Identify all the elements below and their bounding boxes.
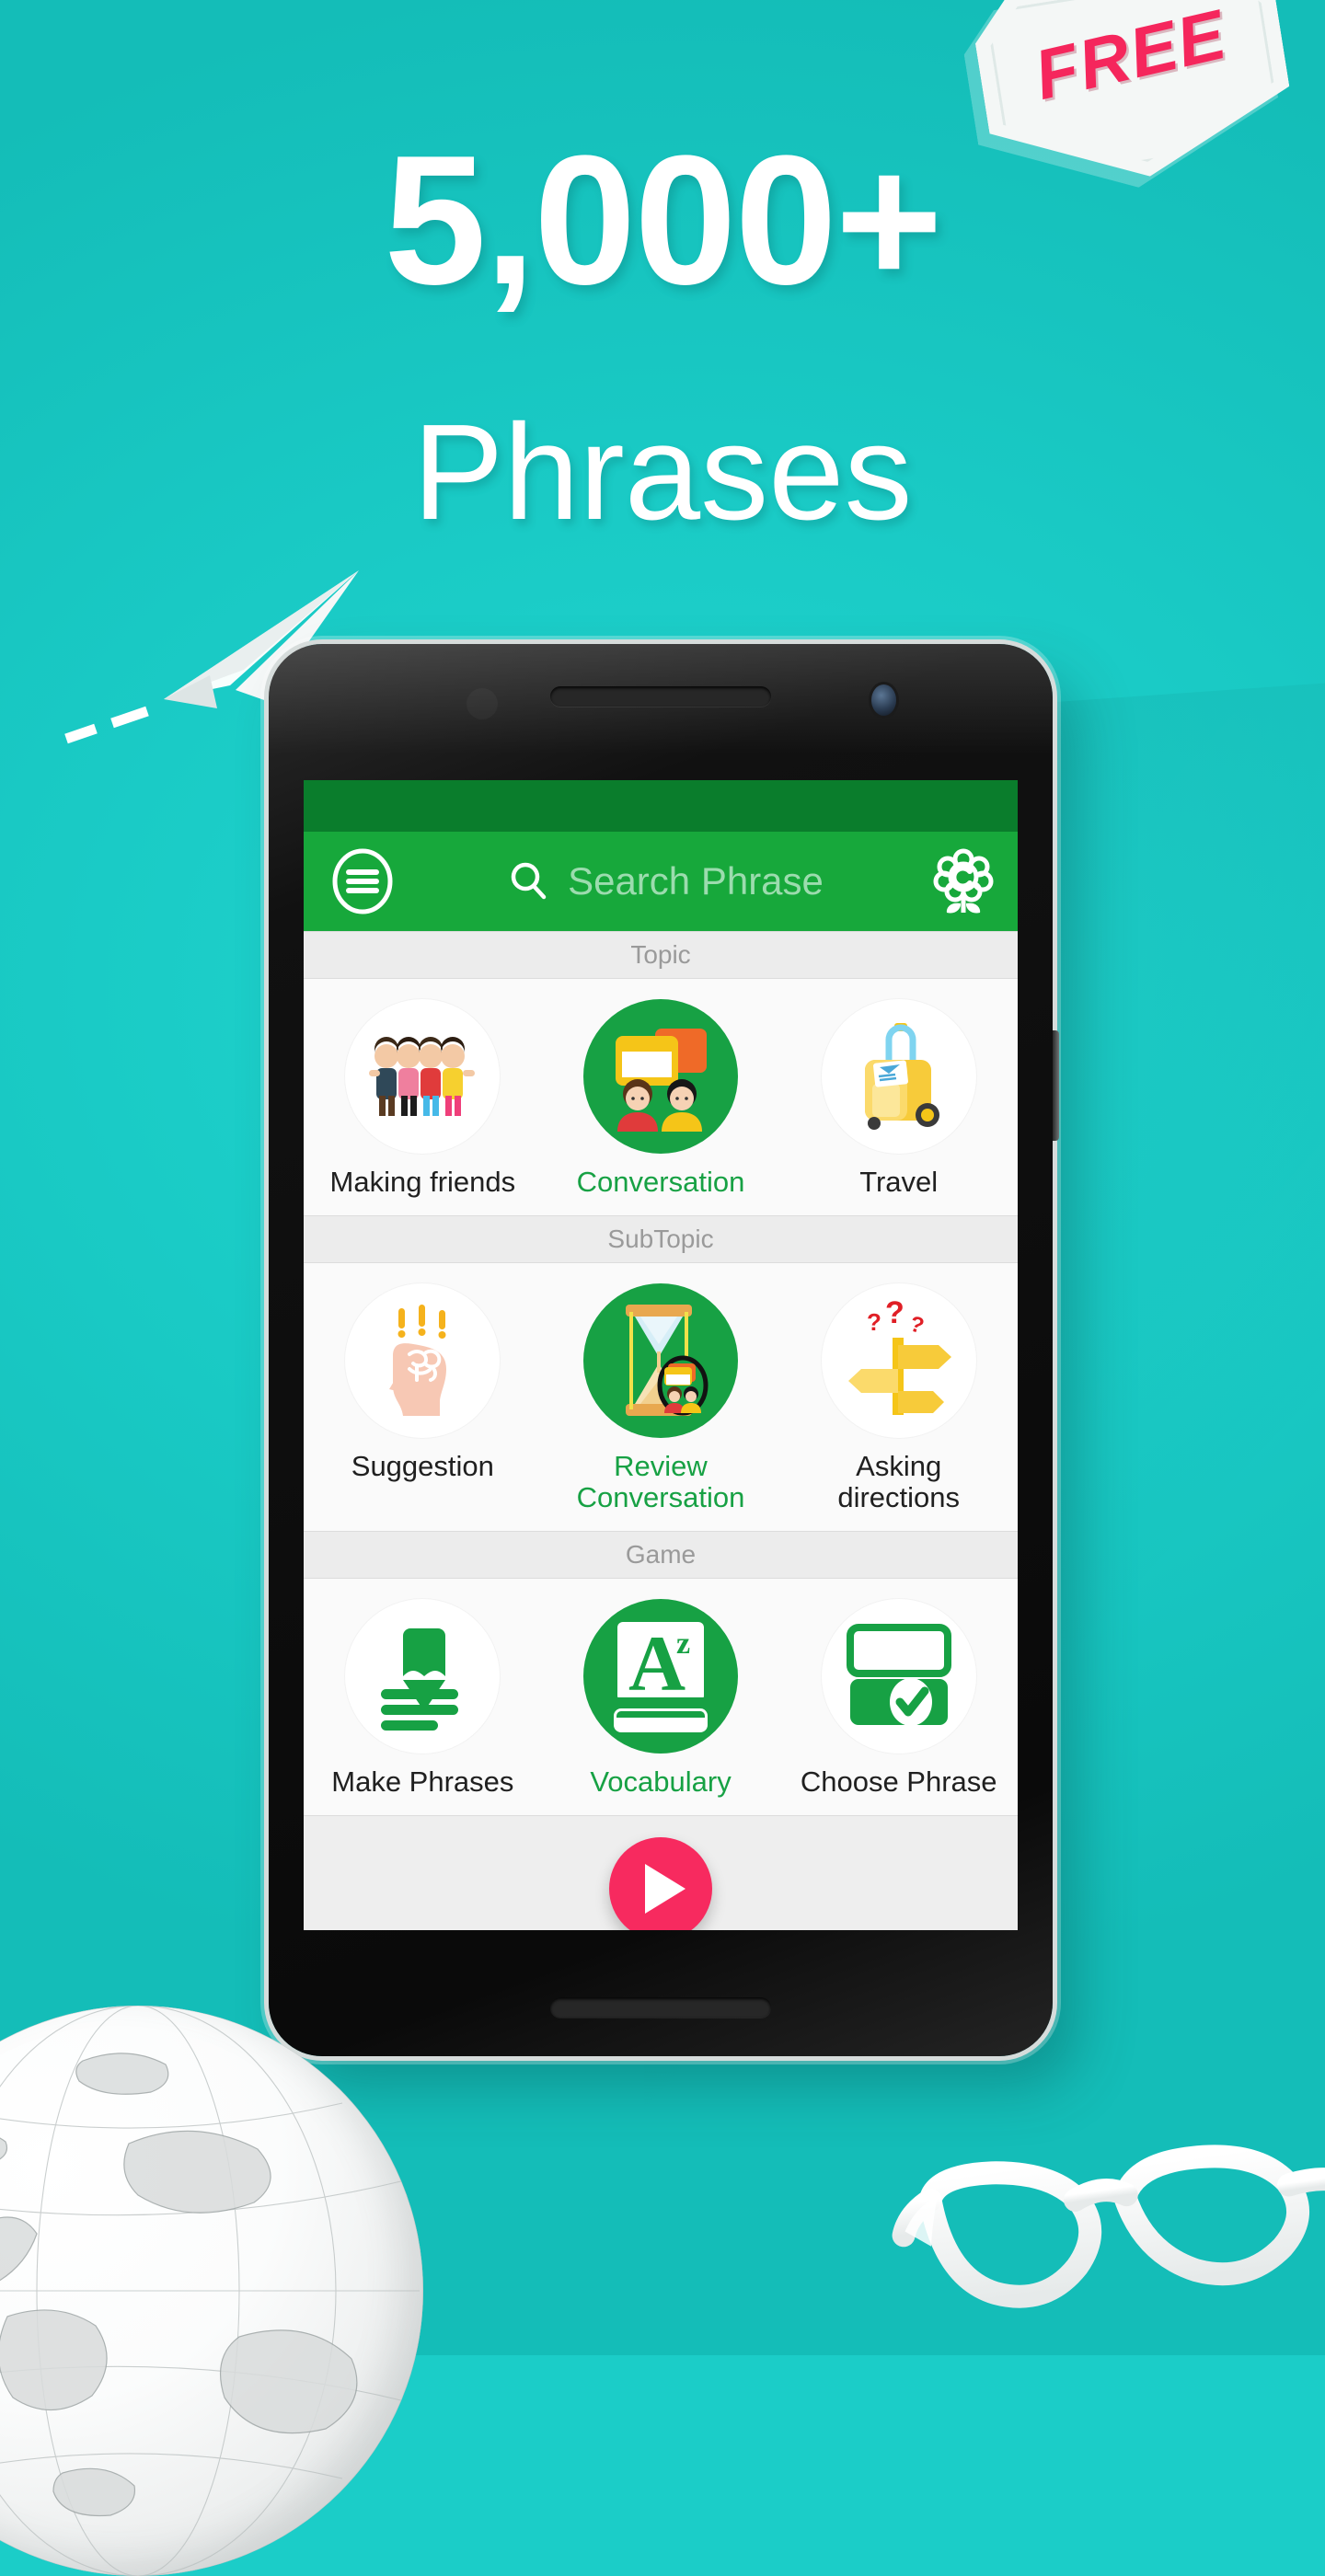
- two-people-speech-bubbles-icon: [583, 999, 738, 1154]
- svg-text:?: ?: [885, 1295, 904, 1330]
- page-subtitle: Phrases: [412, 397, 913, 548]
- earpiece-speaker: [550, 686, 771, 707]
- phone-mockup: Search Phrase Topic Making friends Conve…: [269, 644, 1059, 2056]
- search-icon: [511, 862, 547, 900]
- grid-item-make-phrases[interactable]: Make Phrases: [304, 1599, 542, 1799]
- card-checkmark-icon: [821, 1599, 976, 1754]
- grid-item-travel[interactable]: Travel: [779, 999, 1018, 1199]
- grid-item-label: Vocabulary: [590, 1765, 732, 1799]
- svg-text:?: ?: [867, 1308, 881, 1336]
- proximity-sensor: [467, 688, 498, 719]
- az-book-icon: A z: [583, 1599, 738, 1754]
- play-icon: [645, 1864, 686, 1915]
- grid-item-review-conversation[interactable]: Review Conversation: [542, 1282, 780, 1514]
- grid-item-label: Conversation: [576, 1166, 745, 1198]
- grid-item-making-friends[interactable]: Making friends: [304, 999, 542, 1199]
- status-bar: [304, 780, 1018, 832]
- play-button[interactable]: [609, 1837, 712, 1930]
- rolling-suitcase-icon: [821, 999, 976, 1154]
- grid-item-choose-phrase[interactable]: Choose Phrase: [779, 1599, 1018, 1799]
- game-row: Make Phrases A z Vocabulary Choose Phras…: [304, 1579, 1018, 1815]
- signpost-question-icon: ? ? ?: [821, 1282, 976, 1438]
- hamburger-menu-icon[interactable]: [329, 848, 396, 914]
- section-header-subtopic: SubTopic: [304, 1214, 1018, 1263]
- section-header-topic: Topic: [304, 931, 1018, 979]
- page-title: 5,000+: [384, 118, 942, 323]
- flower-settings-icon[interactable]: [933, 848, 994, 914]
- grid-item-label: Choose Phrase: [800, 1765, 997, 1799]
- grid-item-label: Make Phrases: [331, 1765, 514, 1799]
- grid-item-suggestion[interactable]: Suggestion: [304, 1282, 542, 1514]
- search-input[interactable]: Search Phrase: [405, 859, 926, 903]
- brain-idea-icon: [345, 1282, 501, 1438]
- search-placeholder: Search Phrase: [568, 859, 824, 903]
- grid-item-label: Travel: [859, 1166, 939, 1198]
- group-of-friends-icon: [345, 999, 501, 1154]
- grid-item-label: Making friends: [329, 1166, 516, 1198]
- hourglass-review-icon: [583, 1282, 738, 1438]
- globe-icon: [0, 2006, 423, 2576]
- section-header-game: Game: [304, 1531, 1018, 1580]
- bottom-speaker: [550, 1997, 771, 2018]
- svg-text:?: ?: [906, 1312, 927, 1340]
- front-camera: [871, 684, 896, 716]
- svg-text:z: z: [676, 1627, 690, 1661]
- topic-row: Making friends Conversation Travel: [304, 979, 1018, 1215]
- grid-item-label: Suggestion: [351, 1449, 494, 1482]
- play-footer: [304, 1814, 1018, 1930]
- grid-item-label: Review Conversation: [576, 1449, 745, 1514]
- volume-button[interactable]: [1053, 1030, 1059, 1141]
- subtopic-row: Suggestion Review Conversation ? ? ? Ask…: [304, 1262, 1018, 1532]
- grid-item-label: Asking directions: [837, 1449, 961, 1514]
- app-action-bar: Search Phrase: [304, 832, 1018, 931]
- grid-item-vocabulary[interactable]: A z Vocabulary: [542, 1599, 780, 1799]
- pencil-writing-lines-icon: [345, 1599, 501, 1754]
- grid-item-conversation[interactable]: Conversation: [542, 999, 780, 1199]
- grid-item-asking-directions[interactable]: ? ? ? Asking directions: [779, 1282, 1018, 1514]
- phone-screen: Search Phrase Topic Making friends Conve…: [304, 780, 1018, 1930]
